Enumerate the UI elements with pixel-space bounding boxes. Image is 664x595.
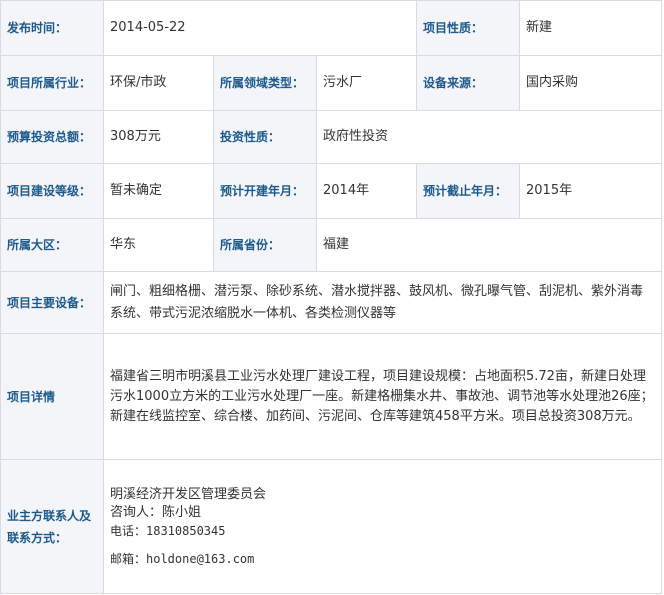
- equipment-source-label: 设备来源：: [416, 55, 521, 111]
- province-value: 福建: [315, 218, 663, 272]
- contact-email: 邮箱：holdone@163.com: [110, 551, 255, 566]
- budget-label: 预算投资总额：: [0, 110, 104, 164]
- contact-label: 业主方联系人及联系方式：: [0, 459, 104, 594]
- publish-time-label: 发布时间：: [0, 0, 104, 56]
- domain-type-label: 所属领域类型：: [213, 55, 317, 111]
- equipment-source-value: 国内采购: [519, 55, 663, 111]
- construction-level-label: 项目建设等级：: [0, 163, 104, 219]
- contact-org: 明溪经济开发区管理委员会: [110, 486, 267, 502]
- planned-end-label: 预计截止年月：: [416, 163, 521, 219]
- industry-value: 环保/市政: [103, 55, 214, 111]
- region-label: 所属大区：: [0, 218, 104, 272]
- publish-time-value: 2014-05-22: [102, 0, 418, 56]
- planned-start-label: 预计开建年月：: [213, 163, 317, 219]
- contact-info: 明溪经济开发区管理委员会 咨询人：陈小姐 电话：18310850345 邮箱：h…: [102, 459, 663, 594]
- construction-level-value: 暂未确定: [103, 163, 214, 219]
- domain-type-value: 污水厂: [315, 55, 418, 111]
- contact-phone: 电话：18310850345: [110, 523, 226, 538]
- investment-nature-label: 投资性质：: [213, 110, 317, 164]
- main-equipment-value: 闸门、粗细格栅、潜污泵、除砂系统、潜水搅拌器、鼓风机、微孔曝气管、刮泥机、紫外消…: [102, 271, 663, 334]
- region-value: 华东: [103, 218, 214, 272]
- industry-label: 项目所属行业：: [0, 55, 104, 111]
- details-label: 项目详情: [0, 333, 104, 460]
- planned-end-value: 2015年: [519, 163, 663, 219]
- project-info-table: 发布时间： 2014-05-22 项目性质： 新建 项目所属行业： 环保/市政 …: [0, 0, 663, 594]
- main-equipment-label: 项目主要设备：: [0, 271, 104, 334]
- planned-start-value: 2014年: [315, 163, 418, 219]
- province-label: 所属省份：: [213, 218, 317, 272]
- project-nature-label: 项目性质：: [416, 0, 521, 56]
- details-value: 福建省三明市明溪县工业污水处理厂建设工程，项目建设规模：占地面积5.72亩，新建…: [102, 333, 663, 460]
- investment-nature-value: 政府性投资: [315, 110, 663, 164]
- contact-consultant: 咨询人：陈小姐: [110, 504, 202, 520]
- project-nature-value: 新建: [519, 0, 663, 56]
- budget-value: 308万元: [103, 110, 214, 164]
